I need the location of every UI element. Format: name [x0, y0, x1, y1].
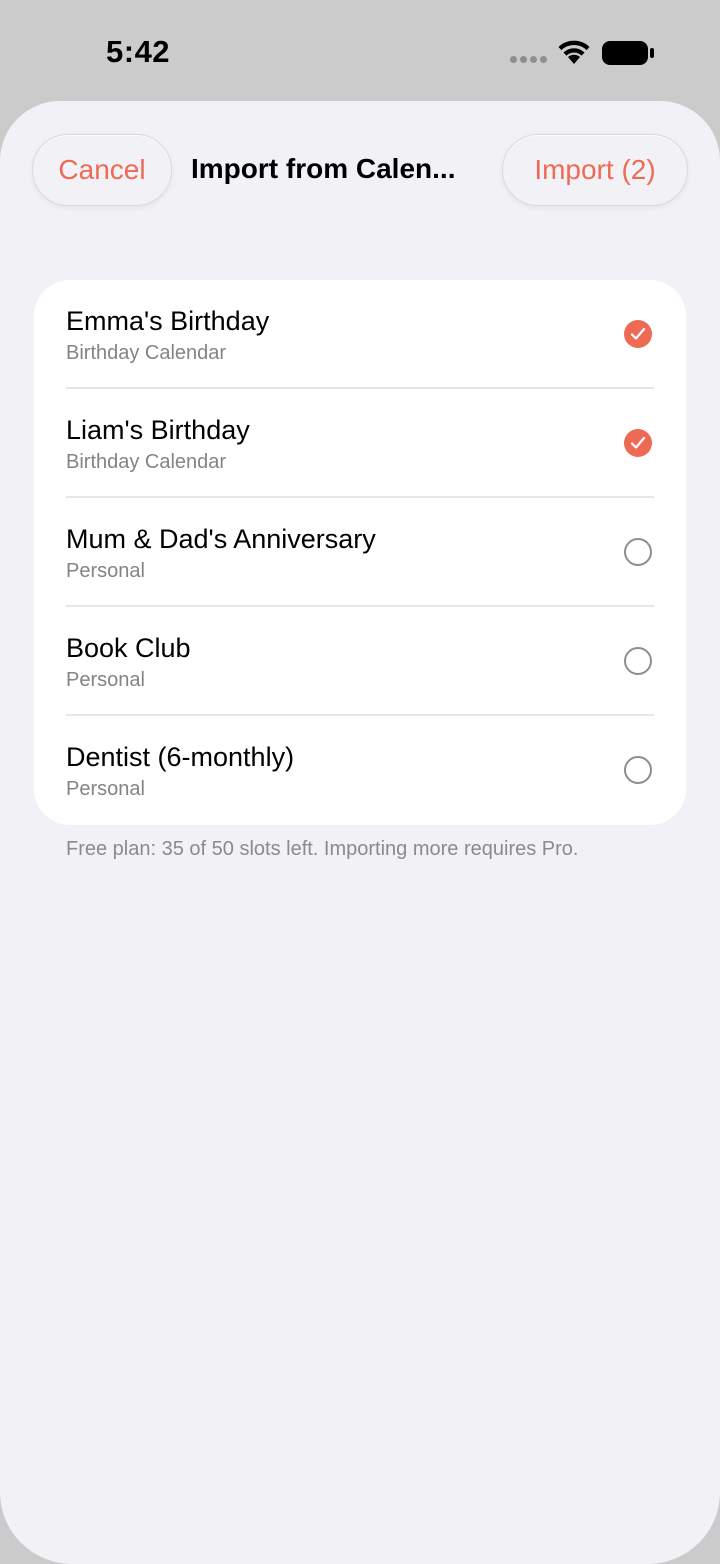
status-time: 5:42	[106, 34, 171, 69]
battery-icon	[602, 41, 654, 65]
event-calendar: Birthday Calendar	[66, 342, 227, 364]
event-calendar: Birthday Calendar	[66, 451, 227, 473]
plan-limit-note: Free plan: 35 of 50 slots left. Importin…	[66, 838, 579, 860]
list-item[interactable]: Book Club Personal	[34, 607, 686, 716]
list-item[interactable]: Mum & Dad's Anniversary Personal	[34, 498, 686, 607]
event-calendar: Personal	[66, 669, 145, 691]
checkmark-circle-filled-icon[interactable]	[624, 320, 652, 348]
event-list: Emma's Birthday Birthday Calendar Liam's…	[34, 280, 686, 825]
event-title: Mum & Dad's Anniversary	[66, 524, 376, 554]
import-sheet: Cancel Import from Calen... Import (2) E…	[0, 101, 720, 1564]
event-calendar: Personal	[66, 560, 145, 582]
event-calendar: Personal	[66, 778, 145, 800]
event-title: Book Club	[66, 633, 191, 663]
event-title: Dentist (6-monthly)	[66, 742, 295, 772]
sheet-title: Import from Calen...	[191, 153, 456, 184]
checkmark-circle-filled-icon[interactable]	[624, 429, 652, 457]
status-bar: 5:42	[0, 0, 720, 100]
import-button[interactable]: Import (2)	[502, 134, 688, 206]
event-title: Emma's Birthday	[66, 306, 270, 336]
circle-outline-icon[interactable]	[624, 538, 652, 566]
list-item[interactable]: Emma's Birthday Birthday Calendar	[34, 280, 686, 389]
list-item[interactable]: Liam's Birthday Birthday Calendar	[34, 389, 686, 498]
circle-outline-icon[interactable]	[624, 756, 652, 784]
wifi-icon	[558, 40, 590, 64]
signal-dots-icon	[510, 56, 548, 64]
circle-outline-icon[interactable]	[624, 647, 652, 675]
event-title: Liam's Birthday	[66, 415, 250, 445]
cancel-button[interactable]: Cancel	[32, 134, 172, 206]
list-item[interactable]: Dentist (6-monthly) Personal	[34, 716, 686, 825]
